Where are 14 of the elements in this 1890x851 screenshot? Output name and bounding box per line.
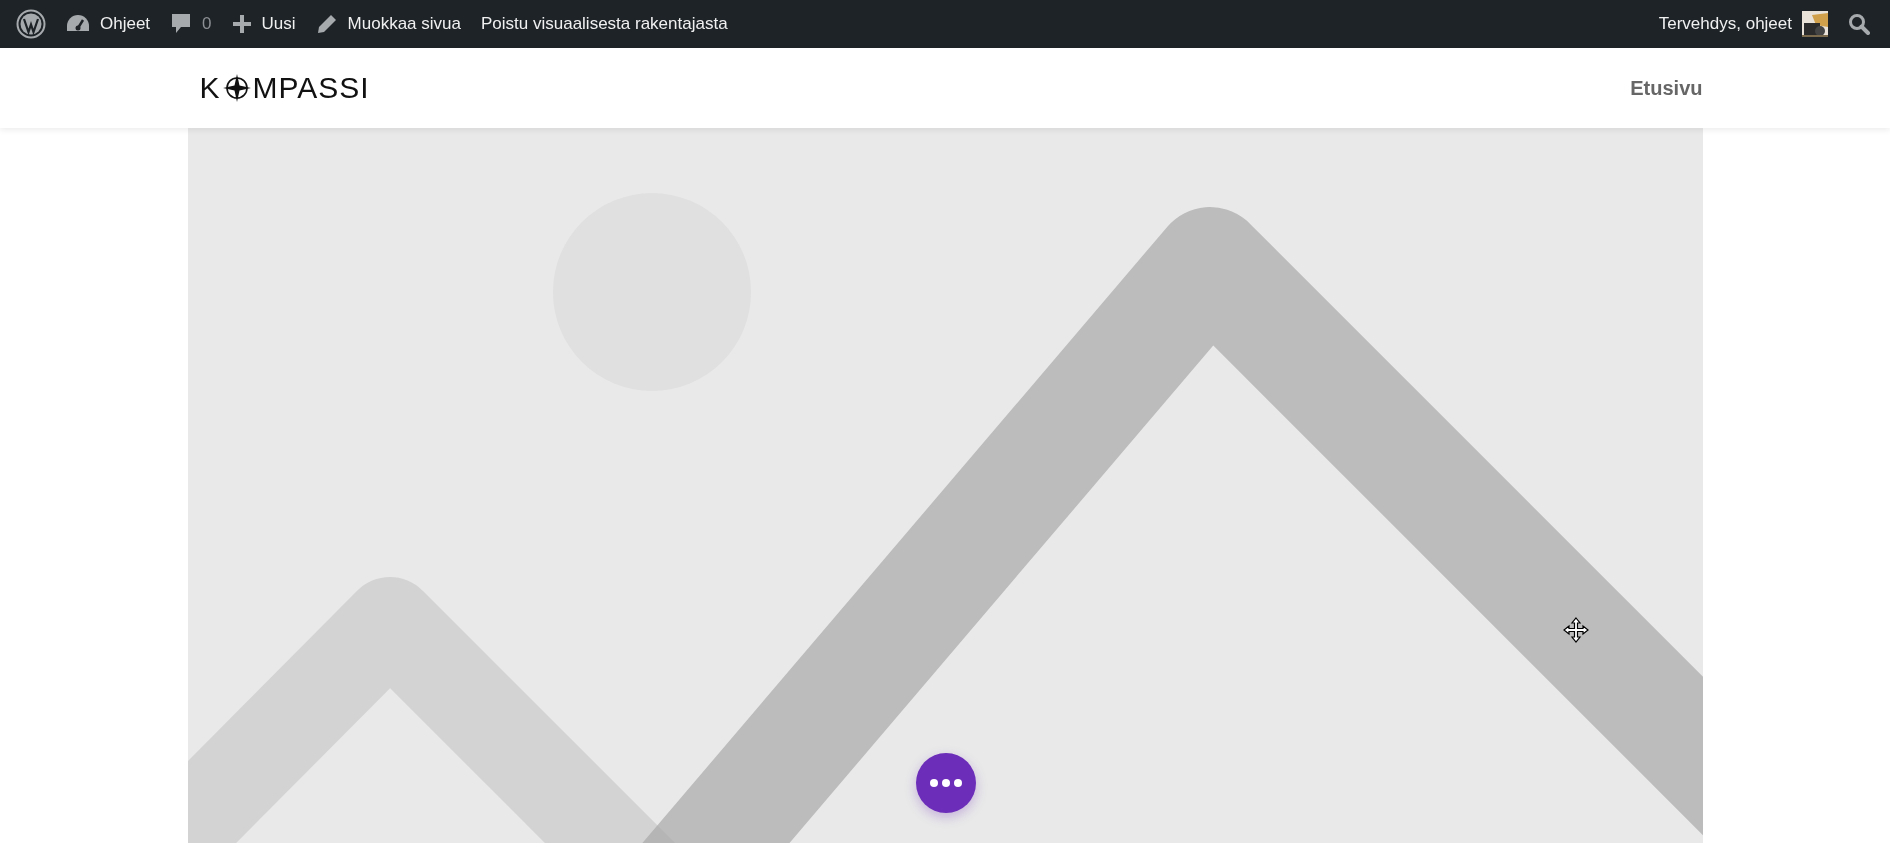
- nav-link[interactable]: Etusivu: [1630, 73, 1703, 103]
- account-link[interactable]: Tervehdys, ohjeet: [1648, 0, 1838, 48]
- new-content-link[interactable]: Uusi: [221, 0, 306, 48]
- plus-icon: [231, 14, 252, 34]
- move-cursor-icon: [1562, 617, 1589, 643]
- exit-builder-link[interactable]: Poistu visuaalisesta rakentajasta: [470, 0, 738, 48]
- dots-icon: [928, 778, 963, 788]
- site-logo[interactable]: K MPASSI: [199, 71, 370, 105]
- search-icon: [1848, 13, 1870, 35]
- comments-link[interactable]: 0: [160, 0, 222, 48]
- edit-page-link[interactable]: Muokkaa sivua: [305, 0, 471, 48]
- wordpress-logo-icon: [16, 9, 46, 39]
- site-name-link[interactable]: Ohjeet: [56, 0, 161, 48]
- pencil-icon: [315, 13, 338, 35]
